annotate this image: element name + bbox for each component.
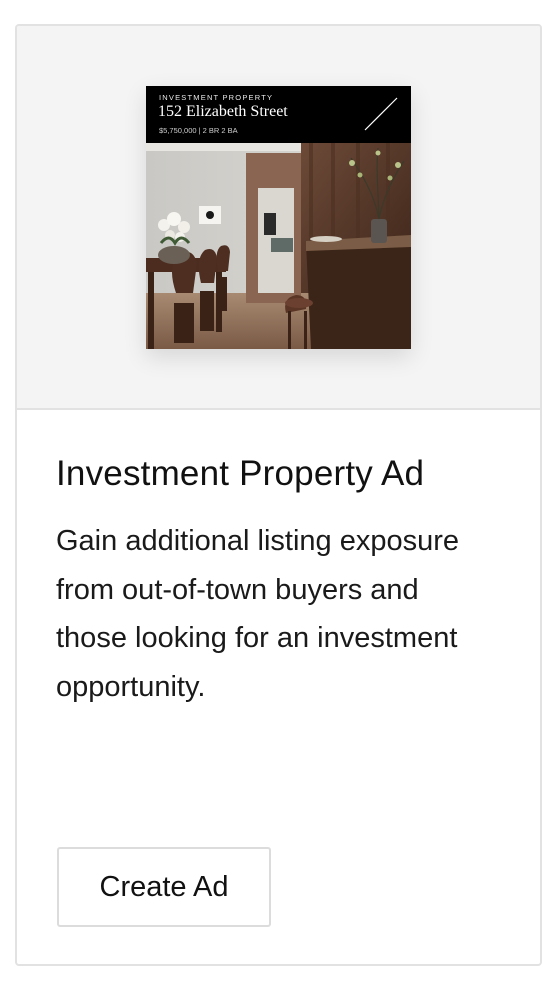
ad-preview-eyebrow: INVESTMENT PROPERTY <box>159 93 274 102</box>
ad-preview-thumbnail: INVESTMENT PROPERTY 152 Elizabeth Street… <box>146 86 411 349</box>
card-title: Investment Property Ad <box>56 454 425 493</box>
create-ad-button[interactable]: Create Ad <box>57 847 271 927</box>
card-content: Investment Property Ad Gain additional l… <box>17 410 540 964</box>
interior-photo <box>146 143 411 349</box>
ad-preview-meta: $5,750,000 | 2 BR 2 BA <box>159 126 238 135</box>
card-description: Gain additional listing exposure from ou… <box>56 525 460 703</box>
ad-template-card: INVESTMENT PROPERTY 152 Elizabeth Street… <box>15 24 542 966</box>
ad-preview-header: INVESTMENT PROPERTY 152 Elizabeth Street… <box>146 86 411 143</box>
ad-preview-address: 152 Elizabeth Street <box>158 103 288 120</box>
brand-slash-icon <box>364 97 398 131</box>
ad-preview-area: INVESTMENT PROPERTY 152 Elizabeth Street… <box>17 26 540 410</box>
